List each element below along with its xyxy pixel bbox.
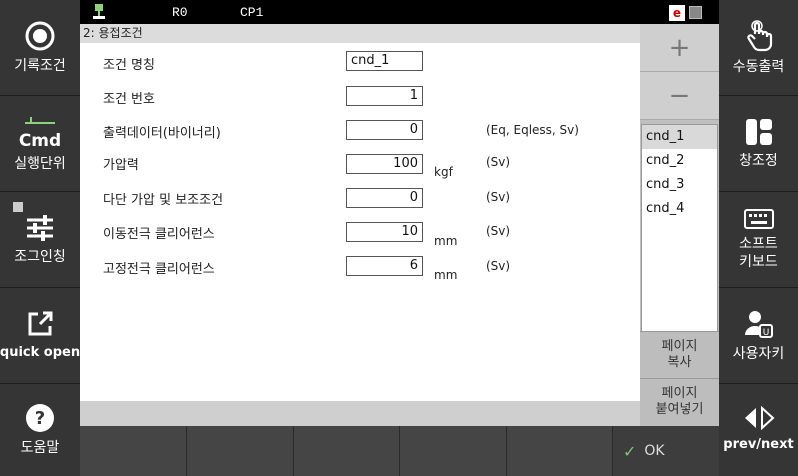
ok-button[interactable]: ✓ OK: [613, 426, 719, 476]
window-adjust-button[interactable]: 창조정: [719, 96, 798, 192]
external-link-icon: [28, 311, 53, 335]
user-key-icon: U: [744, 310, 773, 338]
pressure-unit: kgf: [434, 165, 453, 179]
right-sidebar: 수동출력 창조정 소프트 키보드 U 사용자키 prev/next: [719, 0, 798, 476]
fixed-electrode-note: (Sv): [486, 259, 511, 273]
execution-unit-button[interactable]: Cmd 실행단위: [0, 96, 80, 192]
condition-name-field[interactable]: cnd_1: [346, 51, 423, 71]
panel-footer: [80, 401, 640, 426]
prev-next-button[interactable]: prev/next: [719, 384, 798, 476]
condition-name-label: 조건 명칭: [103, 58, 155, 73]
quick-open-label: quick open: [0, 344, 81, 360]
multi-stage-label: 다단 가압 및 보조조건: [103, 193, 224, 208]
cp-indicator: CP1: [240, 5, 264, 20]
function-key-4[interactable]: [400, 426, 507, 476]
multi-stage-note: (Sv): [486, 190, 511, 204]
copy-page-button[interactable]: 페이지 복사: [640, 331, 719, 377]
output-data-note: (Eq, Eqless, Sv): [486, 123, 579, 137]
function-key-2[interactable]: [187, 426, 294, 476]
paste-page-button[interactable]: 페이지 붙여넣기: [640, 378, 719, 424]
check-icon: ✓: [623, 441, 637, 461]
condition-item-cnd-4[interactable]: cnd_4: [642, 197, 717, 221]
cmd-text: Cmd: [18, 130, 62, 151]
window-adjust-label: 창조정: [739, 152, 778, 169]
sliders-icon: [27, 214, 53, 241]
record-icon: [25, 21, 55, 50]
grid-icon: [689, 6, 702, 19]
execution-unit-label: 실행단위: [14, 155, 66, 172]
help-label: 도움말: [20, 440, 60, 456]
window-layout-icon: [745, 118, 772, 145]
record-condition-label: 기록조건: [14, 57, 66, 74]
prev-next-icon: [744, 406, 774, 430]
manual-output-button[interactable]: 수동출력: [719, 0, 798, 96]
soft-keyboard-button[interactable]: 소프트 키보드: [719, 192, 798, 288]
output-data-field[interactable]: 0: [346, 120, 423, 140]
e-badge-icon: e: [669, 5, 685, 21]
jog-inching-label: 조그인칭: [14, 248, 66, 265]
welding-condition-panel: 2: 용접조건 조건 명칭 cnd_1 조건 번호 1 출력데이터(바이너리) …: [80, 24, 640, 401]
status-square-icon: [13, 202, 23, 212]
svg-text:U: U: [762, 328, 769, 338]
quick-open-button[interactable]: quick open: [0, 288, 80, 384]
moving-electrode-label: 이동전극 클리어런스: [103, 227, 215, 242]
help-button[interactable]: ? 도움말: [0, 384, 80, 476]
help-icon: ?: [26, 404, 54, 432]
condition-list[interactable]: cnd_1 cnd_2 cnd_3 cnd_4: [641, 124, 718, 350]
function-key-3[interactable]: [294, 426, 400, 476]
remove-condition-button[interactable]: −: [640, 72, 719, 120]
condition-item-cnd-2[interactable]: cnd_2: [642, 149, 717, 173]
user-key-label: 사용자키: [732, 345, 785, 362]
soft-keyboard-label: 소프트 키보드: [739, 235, 778, 270]
condition-list-panel: + − cnd_1 cnd_2 cnd_3 cnd_4 페이지 복사 페이지 붙…: [640, 24, 719, 426]
pressure-note: (Sv): [486, 155, 511, 169]
function-key-5[interactable]: [507, 426, 613, 476]
add-condition-button[interactable]: +: [640, 24, 719, 72]
moving-electrode-note: (Sv): [486, 224, 511, 238]
manual-output-label: 수동출력: [732, 58, 785, 75]
output-data-label: 출력데이터(바이너리): [103, 126, 221, 141]
keyboard-icon: [743, 208, 774, 229]
cmd-icon: Cmd: [19, 115, 61, 151]
ok-label: OK: [644, 443, 665, 459]
panel-title: 2: 용접조건: [80, 24, 640, 43]
jog-inching-button[interactable]: 조그인칭: [0, 192, 80, 288]
pressure-label: 가압력: [103, 158, 139, 173]
condition-number-field[interactable]: 1: [346, 86, 423, 106]
status-bar: R0 CP1 e: [80, 0, 719, 24]
condition-number-label: 조건 번호: [103, 92, 155, 107]
user-key-button[interactable]: U 사용자키: [719, 288, 798, 384]
function-key-bar: ✓ OK: [80, 426, 719, 476]
moving-electrode-field[interactable]: 10: [346, 222, 423, 242]
robot-pendant-icon: [93, 4, 105, 19]
pressure-field[interactable]: 100: [346, 154, 423, 174]
prev-next-label: prev/next: [723, 437, 794, 452]
moving-electrode-unit: mm: [434, 234, 458, 248]
fixed-electrode-unit: mm: [434, 268, 458, 282]
condition-item-cnd-3[interactable]: cnd_3: [642, 173, 717, 197]
hand-pointer-icon: [746, 19, 772, 51]
function-key-1[interactable]: [80, 426, 187, 476]
condition-item-cnd-1[interactable]: cnd_1: [642, 125, 717, 149]
robot-indicator: R0: [172, 5, 188, 20]
multi-stage-field[interactable]: 0: [346, 188, 423, 208]
fixed-electrode-field[interactable]: 6: [346, 256, 423, 276]
record-condition-button[interactable]: 기록조건: [0, 0, 80, 96]
svg-text:?: ?: [35, 408, 45, 429]
fixed-electrode-label: 고정전극 클리어런스: [103, 262, 215, 277]
left-sidebar: 기록조건 Cmd 실행단위 조그인칭 quick open ? 도움말: [0, 0, 80, 476]
